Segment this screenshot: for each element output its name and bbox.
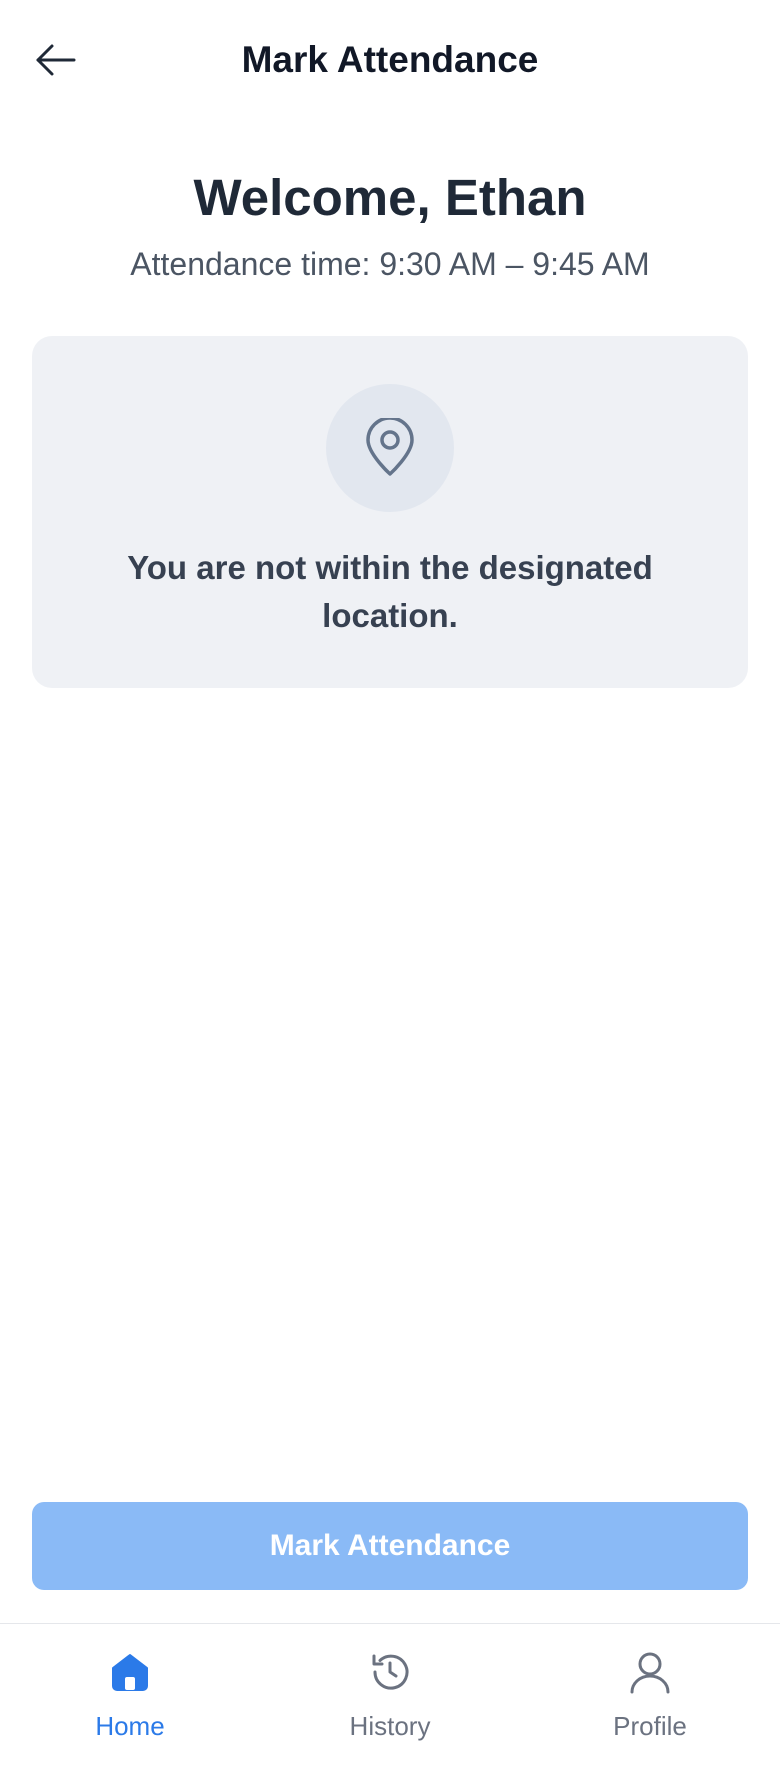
nav-item-history[interactable]: History	[260, 1624, 520, 1768]
nav-label-home: Home	[95, 1711, 165, 1741]
nav-item-home[interactable]: Home	[0, 1624, 260, 1768]
nav-label-history: History	[349, 1711, 431, 1741]
home-icon	[106, 1648, 154, 1696]
page-title: Mark Attendance	[241, 39, 539, 80]
app-header: Mark Attendance	[0, 0, 780, 120]
nav-label-profile: Profile	[613, 1711, 687, 1741]
nav-item-profile[interactable]: Profile	[520, 1624, 780, 1768]
welcome-heading: Welcome, Ethan	[193, 169, 587, 226]
attendance-time-text: Attendance time: 9:30 AM – 9:45 AM	[130, 246, 650, 282]
map-pin-icon	[366, 418, 414, 476]
location-icon-badge	[326, 384, 454, 512]
bottom-nav: Home History Profile	[0, 1623, 780, 1768]
mark-attendance-button[interactable]: Mark Attendance	[32, 1502, 748, 1590]
location-status-message: You are not within the designated locati…	[127, 549, 653, 634]
user-icon	[626, 1648, 674, 1696]
mark-attendance-screen: Mark Attendance Welcome, Ethan Attendanc…	[0, 0, 780, 1768]
location-status-card: You are not within the designated locati…	[32, 336, 748, 688]
history-icon	[366, 1648, 414, 1696]
